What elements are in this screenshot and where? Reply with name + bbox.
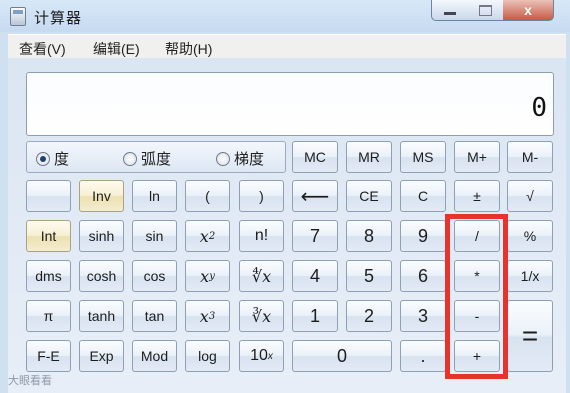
mc-button[interactable]: MC — [292, 141, 338, 173]
digit-2-button[interactable]: 2 — [346, 300, 392, 332]
cube-button[interactable]: x3 — [185, 300, 230, 332]
watermark: 大眼看看 — [8, 375, 52, 387]
maximize-button[interactable] — [467, 0, 504, 21]
digit-3-button[interactable]: 3 — [400, 300, 446, 332]
digit-4-button[interactable]: 4 — [292, 260, 338, 292]
tanh-button[interactable]: tanh — [79, 300, 124, 332]
minimize-icon — [444, 11, 456, 15]
blank-button[interactable] — [26, 180, 71, 212]
inv-button[interactable]: Inv — [79, 180, 124, 212]
ln-button[interactable]: ln — [132, 180, 177, 212]
yroot-button[interactable]: ∜x — [239, 260, 284, 292]
ce-button[interactable]: CE — [346, 180, 392, 212]
cos-button[interactable]: cos — [132, 260, 177, 292]
exp-button[interactable]: Exp — [79, 340, 124, 372]
digit-9-button[interactable]: 9 — [400, 220, 446, 252]
sqrt-button[interactable]: √ — [507, 180, 553, 212]
int-button[interactable]: Int — [26, 220, 71, 252]
mode-gradians[interactable]: 梯度 — [216, 148, 264, 169]
operator-highlight-box — [445, 214, 508, 379]
radio-icon — [216, 151, 230, 166]
left-paren-button[interactable]: ( — [185, 180, 230, 212]
cosh-button[interactable]: cosh — [79, 260, 124, 292]
factorial-button[interactable]: n! — [239, 220, 284, 252]
power-button[interactable]: xy — [185, 260, 230, 292]
mplus-button[interactable]: M+ — [454, 141, 500, 173]
digit-6-button[interactable]: 6 — [400, 260, 446, 292]
percent-button[interactable]: % — [507, 220, 553, 252]
close-button[interactable]: x — [503, 0, 554, 21]
menu-edit[interactable]: 编辑(E) — [93, 39, 140, 59]
mode-radians[interactable]: 弧度 — [123, 148, 171, 169]
reciprocal-button[interactable]: 1/x — [507, 260, 553, 292]
plus-minus-button[interactable]: ± — [454, 180, 500, 212]
mode-degrees[interactable]: 度 — [36, 148, 69, 169]
mod-button[interactable]: Mod — [132, 340, 177, 372]
display: 0 — [26, 72, 554, 136]
minimize-button[interactable] — [431, 0, 469, 21]
right-paren-button[interactable]: ) — [239, 180, 284, 212]
log-button[interactable]: log — [185, 340, 230, 372]
angle-mode-group: 度 弧度 梯度 — [26, 141, 286, 173]
digit-0-button[interactable]: 0 — [292, 340, 392, 372]
title-bar: 计算器 x — [0, 0, 570, 32]
digit-8-button[interactable]: 8 — [346, 220, 392, 252]
digit-1-button[interactable]: 1 — [292, 300, 338, 332]
sin-button[interactable]: sin — [132, 220, 177, 252]
mr-button[interactable]: MR — [346, 141, 392, 173]
menu-help[interactable]: 帮助(H) — [165, 39, 212, 59]
clear-button[interactable]: C — [400, 180, 446, 212]
pi-button[interactable]: π — [26, 300, 71, 332]
window-title: 计算器 — [34, 10, 83, 27]
dms-button[interactable]: dms — [26, 260, 71, 292]
close-icon: x — [524, 2, 532, 18]
calculator-icon — [10, 7, 26, 26]
fe-button[interactable]: F-E — [26, 340, 71, 372]
digit-5-button[interactable]: 5 — [346, 260, 392, 292]
tan-button[interactable]: tan — [132, 300, 177, 332]
ten-power-button[interactable]: 10 x — [239, 340, 284, 372]
ms-button[interactable]: MS — [400, 141, 446, 173]
radio-icon — [36, 151, 50, 166]
digit-7-button[interactable]: 7 — [292, 220, 338, 252]
cube-root-button[interactable]: ∛x — [239, 300, 284, 332]
maximize-icon — [478, 4, 492, 16]
radio-icon — [123, 151, 137, 166]
display-value: 0 — [531, 93, 547, 123]
equals-button[interactable]: = — [507, 300, 553, 372]
sinh-button[interactable]: sinh — [79, 220, 124, 252]
square-button[interactable]: x2 — [185, 220, 230, 252]
menu-bar: 查看(V) 编辑(E) 帮助(H) — [8, 34, 566, 59]
menu-view[interactable]: 查看(V) — [19, 39, 66, 59]
mminus-button[interactable]: M- — [507, 141, 553, 173]
backspace-button[interactable]: ⟵ — [292, 180, 338, 212]
decimal-button[interactable]: . — [400, 340, 446, 372]
